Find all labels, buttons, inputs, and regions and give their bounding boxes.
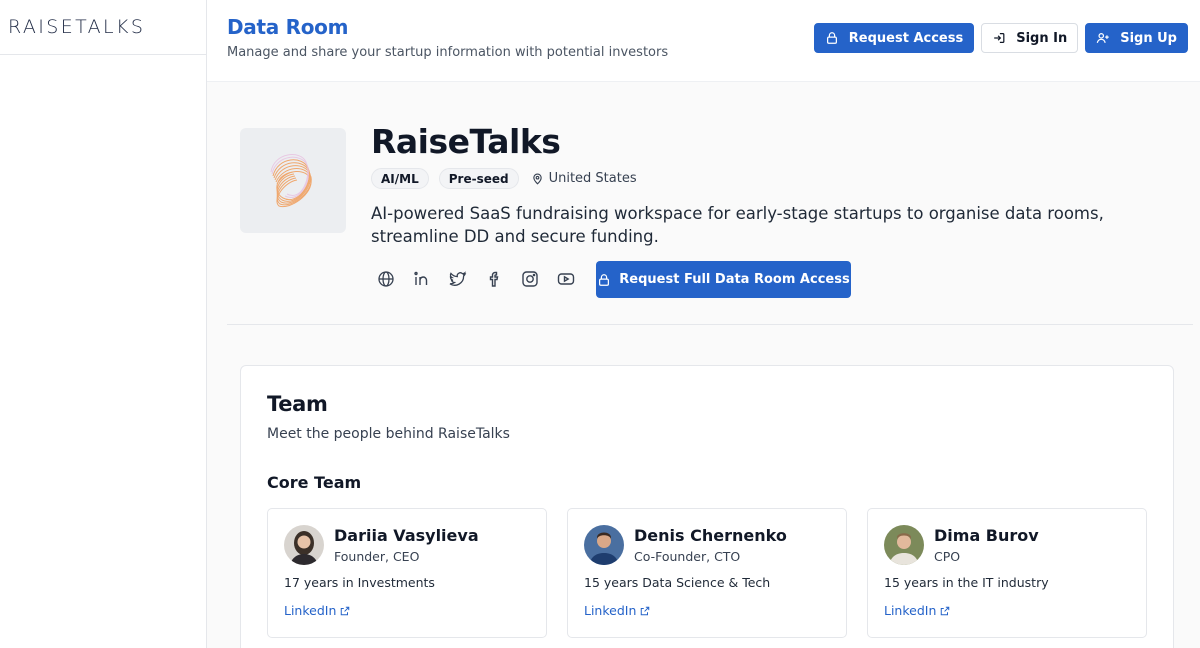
external-link-icon [641, 606, 650, 615]
member-experience: 17 years in Investments [284, 575, 435, 590]
location-label: United States [548, 171, 637, 186]
linkedin-icon[interactable] [413, 270, 431, 288]
external-link-icon [941, 606, 950, 615]
linkedin-link[interactable]: LinkedIn [584, 603, 650, 618]
youtube-icon[interactable] [557, 270, 575, 288]
facebook-icon[interactable] [485, 270, 503, 288]
linkedin-link-label: LinkedIn [884, 603, 937, 618]
request-full-access-button[interactable]: Request Full Data Room Access [596, 261, 851, 298]
request-access-button[interactable]: Request Access [813, 23, 975, 53]
main-content: RaiseTalks AI/ML Pre-seed United States … [207, 82, 1200, 648]
member-name: Denis Chernenko [634, 526, 787, 545]
member-role: Founder, CEO [334, 549, 420, 564]
company-description: AI-powered SaaS fundraising workspace fo… [371, 204, 1104, 246]
avatar [884, 525, 924, 565]
location: United States [531, 171, 637, 186]
team-section: Team Meet the people behind RaiseTalks C… [240, 365, 1174, 648]
page-subtitle: Manage and share your startup informatio… [227, 45, 669, 60]
linkedin-link[interactable]: LinkedIn [884, 603, 950, 618]
team-member-card: Dima Burov CPO 15 years in the IT indust… [867, 508, 1147, 638]
team-member-card: Dariia Vasylieva Founder, CEO 17 years i… [267, 508, 547, 638]
globe-icon[interactable] [377, 270, 395, 288]
linkedin-link[interactable]: LinkedIn [284, 603, 350, 618]
avatar [584, 525, 624, 565]
linkedin-link-label: LinkedIn [584, 603, 637, 618]
sign-in-icon [994, 33, 1005, 43]
member-experience: 15 years in the IT industry [884, 575, 1049, 590]
team-subtitle: Meet the people behind RaiseTalks [267, 426, 510, 442]
linkedin-link-label: LinkedIn [284, 603, 337, 618]
avatar [284, 525, 324, 565]
member-name: Dariia Vasylieva [334, 526, 479, 545]
sign-in-label: Sign In [1016, 30, 1068, 46]
sign-up-label: Sign Up [1120, 30, 1177, 46]
company-tags: AI/ML Pre-seed United States [371, 168, 637, 189]
raisetalks-logo[interactable]: RAISETALKS [8, 16, 145, 38]
social-links [377, 270, 575, 288]
page-title: Data Room [227, 15, 349, 39]
twitter-icon[interactable] [449, 270, 467, 288]
section-divider [227, 324, 1193, 325]
logo-row: RAISETALKS [0, 0, 206, 55]
core-team-title: Core Team [267, 473, 362, 492]
request-access-label: Request Access [848, 30, 964, 46]
request-full-access-label: Request Full Data Room Access [619, 272, 850, 287]
map-pin-icon [532, 173, 542, 185]
sign-up-button[interactable]: Sign Up [1085, 23, 1188, 53]
company-name: RaiseTalks [371, 122, 561, 161]
member-role: Co-Founder, CTO [634, 549, 741, 564]
team-member-card: Denis Chernenko Co-Founder, CTO 15 years… [567, 508, 847, 638]
add-user-icon [1096, 33, 1109, 43]
member-name: Dima Burov [934, 526, 1039, 545]
external-link-icon [341, 606, 350, 615]
stage-tag: Pre-seed [438, 168, 519, 189]
member-experience: 15 years Data Science & Tech [584, 575, 771, 590]
instagram-icon[interactable] [521, 270, 539, 288]
sidebar: RAISETALKS [0, 0, 207, 648]
lock-icon [826, 32, 837, 44]
team-members: Dariia Vasylieva Founder, CEO 17 years i… [267, 508, 1147, 638]
top-bar: Data Room Manage and share your startup … [207, 0, 1200, 82]
lock-icon [599, 273, 610, 286]
member-role: CPO [934, 549, 961, 564]
sign-in-button[interactable]: Sign In [981, 23, 1079, 53]
company-logo [240, 128, 346, 233]
header-actions: Request Access Sign In Sign Up [813, 23, 1188, 53]
industry-tag: AI/ML [371, 168, 429, 189]
team-title: Team [267, 392, 328, 416]
company-logo-image [270, 153, 312, 207]
